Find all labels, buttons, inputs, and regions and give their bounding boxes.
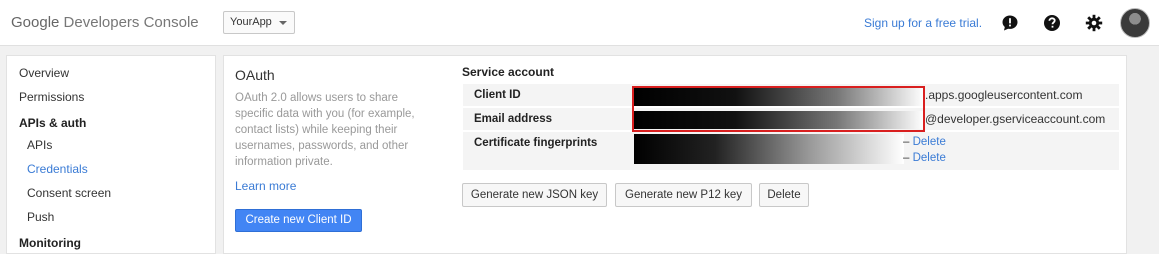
sidebar-item-push[interactable]: Push bbox=[27, 210, 54, 224]
fingerprint-delete-link[interactable]: Delete bbox=[913, 136, 946, 148]
email-address-suffix: @developer.gserviceaccount.com bbox=[925, 112, 1106, 126]
sidebar-item-overview[interactable]: Overview bbox=[19, 66, 69, 80]
help-icon[interactable] bbox=[1043, 14, 1061, 32]
generate-p12-key-button[interactable]: Generate new P12 key bbox=[615, 183, 752, 207]
delete-service-account-button[interactable]: Delete bbox=[759, 183, 809, 207]
console-logo[interactable]: Google Developers Console bbox=[11, 14, 199, 31]
avatar[interactable] bbox=[1120, 8, 1150, 38]
fingerprint-delete-link[interactable]: Delete bbox=[913, 152, 946, 164]
fingerprint-entry: – Delete bbox=[903, 152, 946, 164]
sidebar-item-consent-screen[interactable]: Consent screen bbox=[27, 186, 111, 200]
certificate-fingerprints-label: Certificate fingerprints bbox=[474, 137, 598, 149]
generate-json-key-button[interactable]: Generate new JSON key bbox=[462, 183, 607, 207]
email-address-label: Email address bbox=[474, 113, 552, 125]
fingerprint-dash: – bbox=[903, 136, 910, 148]
signup-free-trial-link[interactable]: Sign up for a free trial. bbox=[864, 16, 982, 30]
service-account-heading: Service account bbox=[462, 65, 555, 79]
project-name: YourApp bbox=[230, 16, 272, 28]
oauth-description: OAuth 2.0 allows users to share specific… bbox=[235, 92, 415, 168]
sidebar-item-permissions[interactable]: Permissions bbox=[19, 90, 84, 104]
fingerprints-redacted bbox=[634, 134, 904, 164]
left-navigation: Overview Permissions APIs & auth APIs Cr… bbox=[6, 55, 216, 254]
redaction-highlight-box bbox=[632, 86, 925, 132]
sidebar-item-monitoring[interactable]: Monitoring bbox=[19, 236, 81, 250]
client-id-suffix: .apps.googleusercontent.com bbox=[925, 88, 1083, 102]
fingerprint-entry: – Delete bbox=[903, 136, 946, 148]
sidebar-item-apis-auth[interactable]: APIs & auth bbox=[19, 116, 86, 130]
fingerprint-dash: – bbox=[903, 152, 910, 164]
sidebar-item-apis[interactable]: APIs bbox=[27, 138, 52, 152]
credentials-panel: OAuth OAuth 2.0 allows users to share sp… bbox=[223, 55, 1127, 254]
logo-product: Developers Console bbox=[63, 14, 199, 31]
gear-icon[interactable] bbox=[1085, 14, 1103, 32]
client-id-label: Client ID bbox=[474, 89, 521, 101]
logo-google: Google bbox=[11, 14, 60, 31]
feedback-icon[interactable] bbox=[1001, 14, 1019, 32]
oauth-heading: OAuth bbox=[235, 67, 275, 83]
sidebar-item-credentials[interactable]: Credentials bbox=[27, 162, 88, 176]
top-header: Google Developers Console YourApp Sign u… bbox=[0, 0, 1159, 46]
chevron-down-icon bbox=[278, 21, 287, 25]
create-client-id-button[interactable]: Create new Client ID bbox=[235, 209, 362, 232]
project-selector[interactable]: YourApp bbox=[223, 11, 295, 34]
learn-more-link[interactable]: Learn more bbox=[235, 179, 296, 193]
